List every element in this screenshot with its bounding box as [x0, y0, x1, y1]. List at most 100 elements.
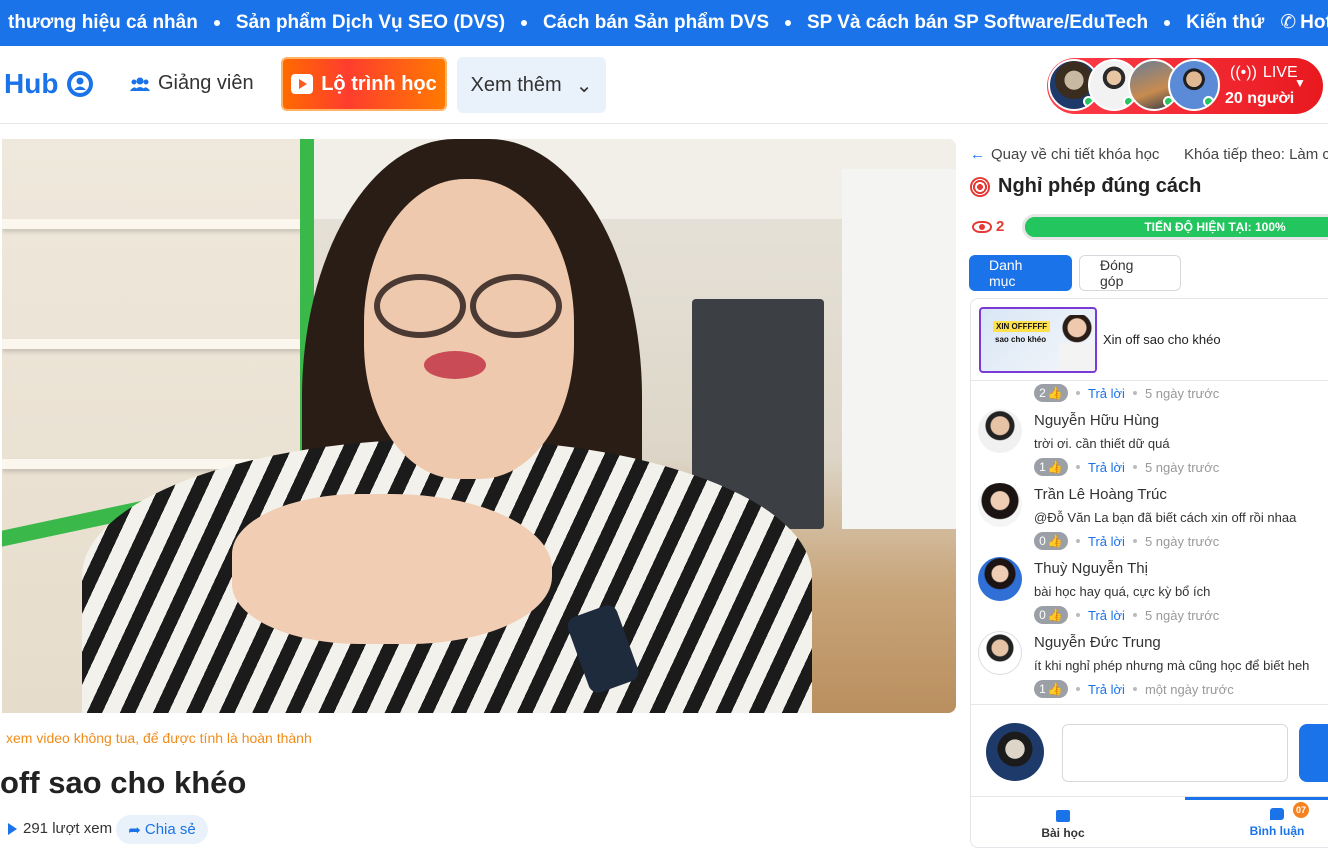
shelf	[2, 339, 302, 349]
thumbs-up-icon: 👍	[1047, 682, 1063, 696]
comment-author[interactable]: Nguyễn Đức Trung	[1034, 634, 1161, 651]
reply-link[interactable]: Trả lời	[1088, 682, 1125, 697]
comment-meta: 1 👍 Trả lời một ngày trước	[1034, 680, 1234, 698]
video-title: off sao cho khéo	[0, 765, 247, 800]
more-label: Xem thêm	[470, 73, 562, 96]
like-count: 1	[1039, 460, 1046, 474]
like-button[interactable]: 1 👍	[1034, 458, 1068, 476]
thumbs-up-icon: 👍	[1047, 386, 1063, 400]
logo-text: Hub	[4, 68, 59, 99]
comments-badge: 07	[1293, 802, 1309, 818]
roadmap-label: Lộ trình học	[321, 72, 437, 95]
like-button[interactable]: 0 👍	[1034, 532, 1068, 550]
lesson-title-text: Nghỉ phép đúng cách	[998, 175, 1202, 197]
completion-notice: xem video không tua, để được tính là hoà…	[6, 730, 312, 746]
chevron-down-icon: ⌄	[575, 74, 593, 97]
marquee-item[interactable]: SP Và cách bán SP Software/EduTech	[807, 12, 1148, 34]
like-count: 0	[1039, 534, 1046, 548]
comment-text: ít khi nghỉ phép nhưng mà cũng học để bi…	[1034, 658, 1310, 673]
bullet-icon	[1164, 19, 1171, 26]
bullet-icon	[785, 19, 791, 26]
comment-author[interactable]: Trần Lê Hoàng Trúc	[1034, 486, 1167, 503]
online-dot	[1203, 96, 1214, 107]
site-logo[interactable]: Hub	[4, 68, 96, 100]
comment-composer	[971, 704, 1328, 796]
presenter-hands	[232, 494, 552, 644]
more-dropdown[interactable]: Xem thêm ⌄	[457, 57, 606, 113]
nav-instructors[interactable]: Giảng viên	[130, 72, 254, 95]
next-course-link[interactable]: Khóa tiếp theo: Làm c	[1184, 146, 1328, 163]
back-label: Quay về chi tiết khóa học	[991, 146, 1160, 163]
live-avatars	[1048, 59, 1220, 111]
reply-link[interactable]: Trả lời	[1088, 386, 1125, 401]
play-icon	[291, 74, 314, 94]
marquee-item[interactable]: Sản phẩm Dịch Vụ SEO (DVS)	[236, 12, 505, 34]
shelf	[2, 219, 302, 229]
phone-icon: ✆	[1280, 12, 1297, 33]
live-count: 20 người	[1225, 90, 1295, 107]
users-icon	[130, 77, 150, 91]
lesson-list-item[interactable]: XIN OFFFFFF sao cho khéo Xin off sao cho…	[971, 299, 1328, 381]
separator-dot	[1132, 539, 1137, 543]
thumbnail-tag: XIN OFFFFFF	[993, 321, 1051, 332]
roadmap-button[interactable]: Lộ trình học	[281, 57, 447, 111]
marquee-item[interactable]: Cách bán Sản phẩm DVS	[543, 12, 769, 34]
view-count: 291 lượt xem	[8, 820, 112, 837]
avatar	[978, 409, 1022, 453]
like-button[interactable]: 2 👍	[1034, 384, 1068, 402]
marquee-item[interactable]: Kiến thứ	[1186, 12, 1264, 34]
tab-contribute[interactable]: Đóng góp	[1079, 255, 1181, 291]
separator-dot	[1132, 465, 1137, 469]
avatar	[986, 723, 1044, 781]
tab-comments[interactable]: 07 Bình luận	[1185, 797, 1328, 845]
separator-dot	[1132, 687, 1137, 691]
panel-bottom-tabs: Bài học 07 Bình luận	[971, 796, 1328, 847]
play-icon	[8, 822, 17, 835]
comment-time: 5 ngày trước	[1144, 385, 1220, 401]
hotline-link[interactable]: ✆ Hotlin	[1280, 11, 1328, 34]
reply-link[interactable]: Trả lời	[1088, 460, 1125, 475]
tab-lesson[interactable]: Bài học	[971, 801, 1155, 847]
separator-dot	[1076, 613, 1080, 617]
progress-text: TIẾN ĐỘ HIỆN TẠI: 100%	[1144, 220, 1286, 234]
comment-author[interactable]: Nguyễn Hữu Hùng	[1034, 412, 1159, 429]
share-button[interactable]: ➦ Chia sẻ	[116, 815, 208, 844]
comment-meta: 1 👍 Trả lời 5 ngày trước	[1034, 458, 1219, 476]
comment-time: 5 ngày trước	[1144, 533, 1220, 549]
comment-text: trời ơi. cần thiết dữ quá	[1034, 436, 1170, 451]
marquee-item[interactable]: thương hiệu cá nhân	[8, 12, 198, 34]
gear-user-icon	[67, 71, 94, 97]
send-button[interactable]	[1299, 724, 1328, 782]
view-count-label: 291 lượt xem	[23, 820, 113, 837]
bullet-icon	[521, 19, 528, 26]
thumbs-up-icon: 👍	[1047, 608, 1063, 622]
video-icon	[1056, 810, 1070, 822]
live-badge: ((•)) LIVE	[1230, 64, 1298, 82]
comment-text: bài học hay quá, cực kỳ bổ ích	[1034, 584, 1211, 599]
back-to-course-link[interactable]: ← Quay về chi tiết khóa học	[970, 146, 1159, 163]
reply-link[interactable]: Trả lời	[1088, 608, 1125, 623]
tab-comments-label: Bình luận	[1249, 823, 1305, 838]
reply-link[interactable]: Trả lời	[1088, 534, 1125, 549]
glasses-lens	[470, 274, 562, 338]
thumbs-up-icon: 👍	[1047, 460, 1063, 474]
separator-dot	[1076, 391, 1080, 395]
like-button[interactable]: 1 👍	[1034, 680, 1068, 698]
comment-author[interactable]: Thuỳ Nguyễn Thị	[1034, 560, 1148, 577]
comment-input[interactable]	[1062, 724, 1288, 782]
lesson-item-title: Xin off sao cho khéo	[1103, 332, 1221, 347]
chat-icon	[1270, 807, 1284, 820]
thumbnail-presenter	[1059, 315, 1095, 371]
tab-contents[interactable]: Danh mục	[969, 255, 1072, 291]
chevron-down-icon[interactable]: ▼	[1294, 76, 1306, 90]
presenter-mouth	[424, 351, 486, 379]
comment-meta: 0 👍 Trả lời 5 ngày trước	[1034, 606, 1219, 624]
like-count: 2	[1039, 386, 1046, 400]
like-count: 0	[1039, 608, 1046, 622]
bullet-icon	[213, 19, 220, 26]
like-button[interactable]: 0 👍	[1034, 606, 1068, 624]
comment-time: một ngày trước	[1144, 681, 1234, 697]
glasses-lens	[374, 274, 466, 338]
comment-meta: 2 👍 Trả lời 5 ngày trước	[1034, 384, 1219, 402]
video-player[interactable]	[2, 139, 956, 713]
